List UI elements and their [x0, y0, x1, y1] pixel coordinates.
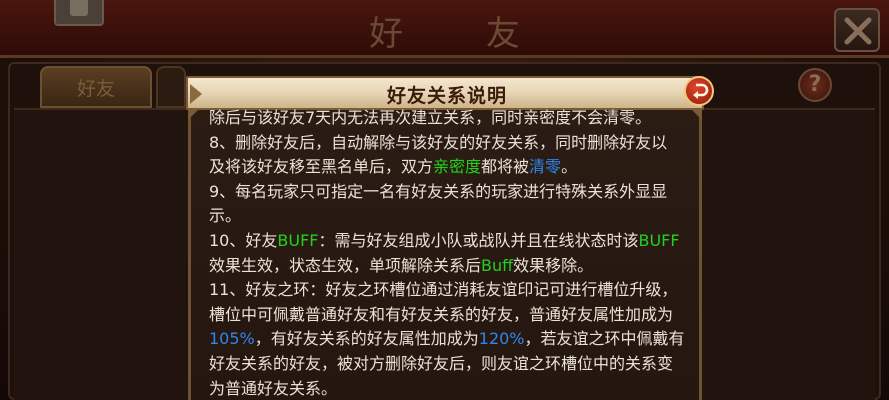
- dialog-body[interactable]: 除后与该好友7天内无法再次建立关系，同时亲密度不会清零。 8、删除好友后，自动解除…: [188, 108, 702, 400]
- text-line: 好友关系的好友，被对方删除好友后，则友谊之环槽位中的关系变: [209, 352, 697, 377]
- highlight-text: 亲密度: [433, 157, 482, 177]
- friend-relation-dialog: 好友关系说明 除后与该好友7天内无法再次建立关系，同时亲密度不会清零。 8、删除好…: [186, 76, 714, 400]
- description-text: 除后与该好友7天内无法再次建立关系，同时亲密度不会清零。 8、删除好友后，自动解除…: [209, 106, 697, 400]
- text-line: 槽位中可佩戴普通好友和有好友关系的好友，普通好友属性加成为: [209, 303, 697, 328]
- back-button[interactable]: [684, 76, 714, 106]
- text-line: 9、每名玩家只可指定一名有好友关系的玩家进行特殊关系外显显: [209, 180, 697, 205]
- text-line: 除后与该好友7天内无法再次建立关系，同时亲密度不会清零。: [209, 106, 697, 131]
- text-segment: 槽位中可佩戴普通好友和有好友关系的好友，普通好友属性加成为: [209, 304, 674, 324]
- text-segment: 。: [561, 157, 578, 177]
- text-segment: 8、删除好友后，自动解除与该好友的好友关系，同时删除好友以: [209, 132, 668, 152]
- window-title: 好 友: [369, 14, 556, 54]
- text-segment: 好友关系的好友，被对方删除好友后，则友谊之环槽位中的关系变: [209, 353, 674, 373]
- text-line: 105%，有好友关系的好友属性加成为120%，若友谊之环中佩戴有: [209, 327, 697, 352]
- back-arrow-icon: [693, 83, 709, 99]
- help-button[interactable]: ?: [798, 68, 832, 102]
- highlight-text: 105%: [209, 329, 255, 349]
- text-line: 为普通好友关系。: [209, 377, 697, 400]
- text-line: 效果生效，状态生效，单项解除关系后Buff效果移除。: [209, 254, 697, 279]
- text-segment: 10、好友: [209, 230, 278, 250]
- text-segment: 效果生效，状态生效，单项解除关系后: [209, 255, 482, 275]
- highlight-text: BUFF: [638, 230, 680, 250]
- highlight-text: Buff: [481, 255, 514, 275]
- highlight-text: BUFF: [277, 230, 319, 250]
- text-line: 11、好友之环：好友之环槽位通过消耗友谊印记可进行槽位升级，: [209, 278, 697, 303]
- highlight-text: 清零: [529, 157, 562, 177]
- highlight-text: 120%: [478, 329, 525, 349]
- text-segment: ，若友谊之环中佩戴有: [524, 329, 685, 349]
- text-segment: 都将被: [481, 157, 530, 177]
- text-segment: 效果移除。: [513, 255, 594, 275]
- tab-second[interactable]: [156, 66, 186, 108]
- text-segment: 除后与该好友7天内无法再次建立关系，同时亲密度不会清零。: [209, 108, 652, 127]
- text-line: 10、好友BUFF：需与好友组成小队或战队并且在线状态时该BUFF: [209, 229, 697, 254]
- text-segment: ：需与好友组成小队或战队并且在线状态时该: [318, 230, 639, 250]
- tab-friends-label: 好友: [76, 78, 115, 100]
- close-button[interactable]: [834, 8, 880, 52]
- text-segment: ，有好友关系的好友属性加成为: [254, 329, 479, 349]
- text-line: 及将该好友移至黑名单后，双方亲密度都将被清零。: [209, 155, 697, 180]
- corner-ornament-left: [188, 110, 198, 120]
- dialog-title: 好友关系说明: [386, 85, 507, 107]
- text-segment: 为普通好友关系。: [209, 378, 338, 398]
- text-segment: 9、每名玩家只可指定一名有好友关系的玩家进行特殊关系外显显: [209, 181, 668, 201]
- text-line: 8、删除好友后，自动解除与该好友的好友关系，同时删除好友以: [209, 131, 697, 156]
- dialog-header: 好友关系说明: [186, 76, 704, 110]
- text-segment: 11、好友之环：好友之环槽位通过消耗友谊印记可进行槽位升级，: [209, 280, 678, 300]
- text-segment: 及将该好友移至黑名单后，双方: [209, 157, 434, 177]
- text-line: 示。: [209, 204, 697, 229]
- text-segment: 示。: [209, 206, 242, 226]
- question-icon: ?: [808, 72, 822, 97]
- close-icon: [844, 17, 872, 45]
